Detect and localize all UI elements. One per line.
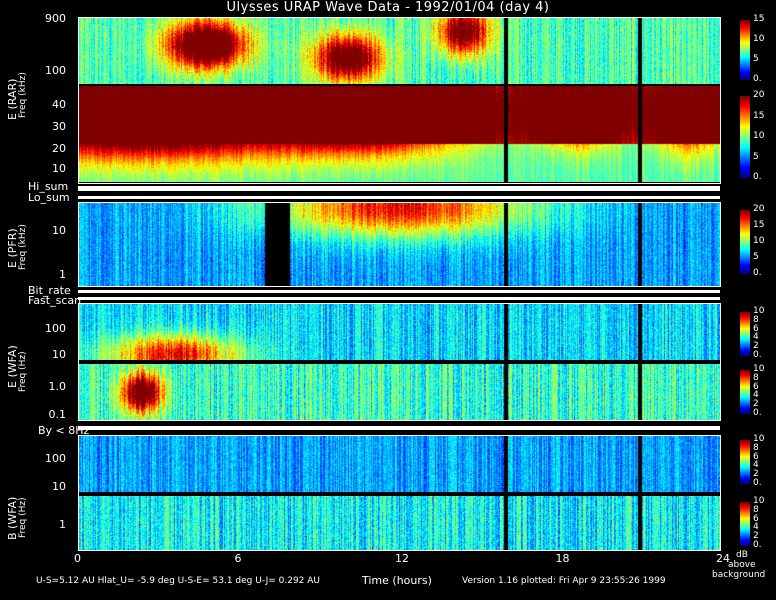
- colorbar-wfa-b-high: [740, 440, 750, 484]
- pfr-spectrogram: [78, 203, 720, 286]
- colorbar-tick: 5: [753, 252, 759, 262]
- x-tick-label: 12: [395, 552, 409, 565]
- colorbar-tick: 15: [753, 110, 765, 121]
- by-8hz-label: By < 8Hz: [38, 424, 90, 437]
- x-axis-label: Time (hours): [362, 574, 432, 587]
- colorbar-tick: 0.: [753, 478, 762, 488]
- colorbar-tick: 0.: [753, 350, 762, 360]
- ytick-rar-40: 40: [52, 98, 66, 111]
- colorbar-tick: 10: [753, 131, 765, 141]
- chart-title: Ulysses URAP Wave Data - 1992/01/04 (day…: [226, 0, 550, 15]
- hi-lo-sum-strip: [78, 186, 720, 191]
- colorbar-tick: 0.: [753, 408, 762, 418]
- ytick-wfab-10: 10: [52, 480, 66, 493]
- ytick-wfae-0.1: 0.1: [48, 408, 67, 421]
- colorbar-tick: 5: [753, 151, 759, 162]
- x-tick-label: 0: [74, 552, 81, 565]
- colorbar-pfr: [740, 210, 750, 274]
- pfr-freq-label: Freq (kHz): [18, 224, 28, 270]
- colorbar-unit-background: background: [712, 570, 766, 580]
- ytick-rar-100: 100: [45, 64, 66, 77]
- ytick-wfae-100: 100: [45, 322, 66, 335]
- wfa-b-freq-label: Freq (Hz): [18, 497, 28, 538]
- colorbar-unit-db: dB: [736, 550, 748, 560]
- rar-low-spectrogram: [78, 86, 720, 182]
- colorbar-tick: 15: [753, 14, 765, 24]
- colorbar-tick: 0.: [753, 268, 762, 278]
- colorbar-wfa-e-low: [740, 370, 750, 414]
- wfa-b-high-spectrogram: [78, 436, 720, 492]
- rar-high-spectrogram: [78, 18, 720, 84]
- colorbar-wfa-e-high: [740, 312, 750, 356]
- ytick-wfab-100: 100: [45, 452, 66, 465]
- ytick-wfae-1.0: 1.0: [48, 380, 67, 393]
- ytick-wfae-10: 10: [52, 348, 66, 361]
- footer-version: Version 1.16 plotted: Fri Apr 9 23:55:26…: [462, 576, 666, 586]
- x-tick-label: 6: [234, 552, 242, 565]
- colorbar-rar-low: [740, 96, 750, 178]
- colorbar-tick: 20: [753, 90, 765, 100]
- colorbar-wfa-b-low: [740, 502, 750, 546]
- wfa-e-freq-label: Freq (Hz): [18, 351, 28, 392]
- ytick-pfr-1: 1: [59, 268, 66, 281]
- wfa-e-high-spectrogram: [78, 304, 720, 360]
- colorbar-tick: 20: [753, 204, 765, 214]
- ytick-rar-10: 10: [52, 162, 66, 175]
- wfa-b-low-spectrogram: [78, 496, 720, 550]
- fast-scan-strip: [78, 297, 720, 300]
- colorbar-tick: 0.: [753, 172, 762, 182]
- colorbar-tick: 0.: [753, 540, 762, 550]
- colorbar-tick: 10: [753, 34, 765, 44]
- lo-sum-label: Lo_sum: [28, 191, 70, 204]
- colorbar-tick: 0.: [753, 74, 762, 84]
- rar-freq-label: Freq (kHz): [18, 72, 28, 118]
- x-tick-label: 24: [716, 552, 730, 565]
- ytick-pfr-10: 10: [52, 224, 66, 237]
- ytick-rar-900: 900: [45, 12, 66, 25]
- colorbar-rar-high: [740, 20, 750, 80]
- fast-scan-label: Fast_scan: [28, 294, 82, 307]
- lo-sum-strip: [78, 196, 720, 199]
- colorbar-tick: 10: [753, 236, 765, 246]
- wfa-e-low-spectrogram: [78, 364, 720, 420]
- colorbar-tick: 15: [753, 220, 765, 230]
- footer-orbit-info: U-S=5.12 AU Hlat_U= -5.9 deg U-S-E= 53.1…: [36, 576, 321, 586]
- ytick-wfab-1: 1: [59, 518, 66, 531]
- bit-rate-strip: [78, 290, 720, 293]
- ytick-rar-20: 20: [52, 142, 66, 155]
- by-8hz-strip: [78, 426, 720, 430]
- colorbar-tick: 5: [753, 54, 759, 64]
- colorbar-unit-above: above: [728, 560, 756, 570]
- ytick-rar-30: 30: [52, 120, 66, 133]
- x-tick-label: 18: [555, 552, 570, 565]
